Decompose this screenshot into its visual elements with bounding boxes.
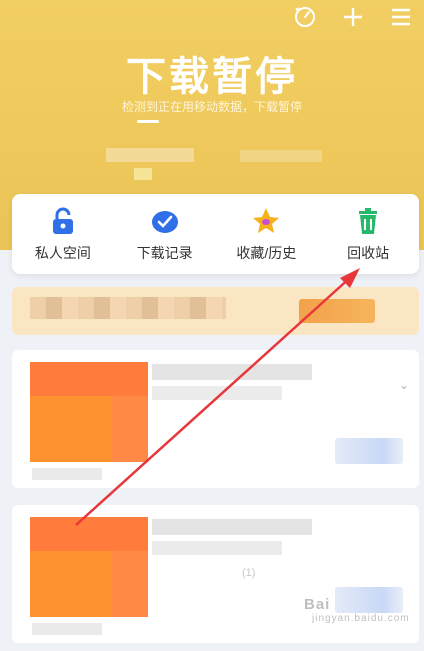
blurred-file-name <box>152 364 312 380</box>
blurred-file-size <box>32 468 102 480</box>
menu-icon[interactable] <box>388 4 414 30</box>
blurred-file-size <box>32 623 102 635</box>
page-subtitle: 检测到正在用移动数据，下载暂停 <box>121 100 302 114</box>
file-meta: (1) <box>242 567 256 579</box>
unlock-icon <box>52 207 73 234</box>
watermark-url: jingyan.baidu.com <box>312 613 410 624</box>
speed-icon[interactable] <box>292 4 318 30</box>
star-icon <box>253 207 280 233</box>
download-check-icon <box>151 210 178 233</box>
trash-icon <box>359 207 378 234</box>
quick-action-label: 私人空间 <box>34 244 91 261</box>
quick-action-favorites[interactable]: 收藏/历史 <box>221 206 311 263</box>
quick-action-recycle-bin[interactable]: 回收站 <box>323 206 413 263</box>
blurred-file-info <box>152 386 282 400</box>
blurred-info <box>134 168 152 180</box>
quick-action-label: 下载记录 <box>136 244 193 261</box>
page-title: 下载暂停 <box>126 54 298 100</box>
blurred-file-name <box>152 519 312 535</box>
promo-banner[interactable] <box>12 287 419 335</box>
blurred-file-info <box>152 541 282 555</box>
quick-action-private-space[interactable]: 私人空间 <box>18 206 108 263</box>
watermark-brand: Bai <box>304 596 331 613</box>
blurred-button[interactable] <box>299 299 375 323</box>
top-toolbar <box>292 4 414 30</box>
resume-download-button[interactable] <box>335 438 403 464</box>
file-thumbnail <box>30 517 148 617</box>
progress-indicator <box>137 120 159 123</box>
download-item[interactable]: ⌄ <box>12 350 419 488</box>
blurred-text <box>30 297 226 319</box>
blurred-info <box>240 150 322 162</box>
quick-action-label: 回收站 <box>347 244 390 261</box>
quick-action-download-history[interactable]: 下载记录 <box>120 206 210 263</box>
quick-actions-card: 私人空间 下载记录 收藏/历史 回收站 <box>12 194 419 274</box>
file-thumbnail <box>30 362 148 462</box>
watermark: Bai jingyan.baidu.com <box>304 596 410 624</box>
plus-icon[interactable] <box>340 4 366 30</box>
blurred-info <box>106 148 194 162</box>
more-icon[interactable]: ⌄ <box>399 378 409 392</box>
quick-action-label: 收藏/历史 <box>236 244 297 261</box>
